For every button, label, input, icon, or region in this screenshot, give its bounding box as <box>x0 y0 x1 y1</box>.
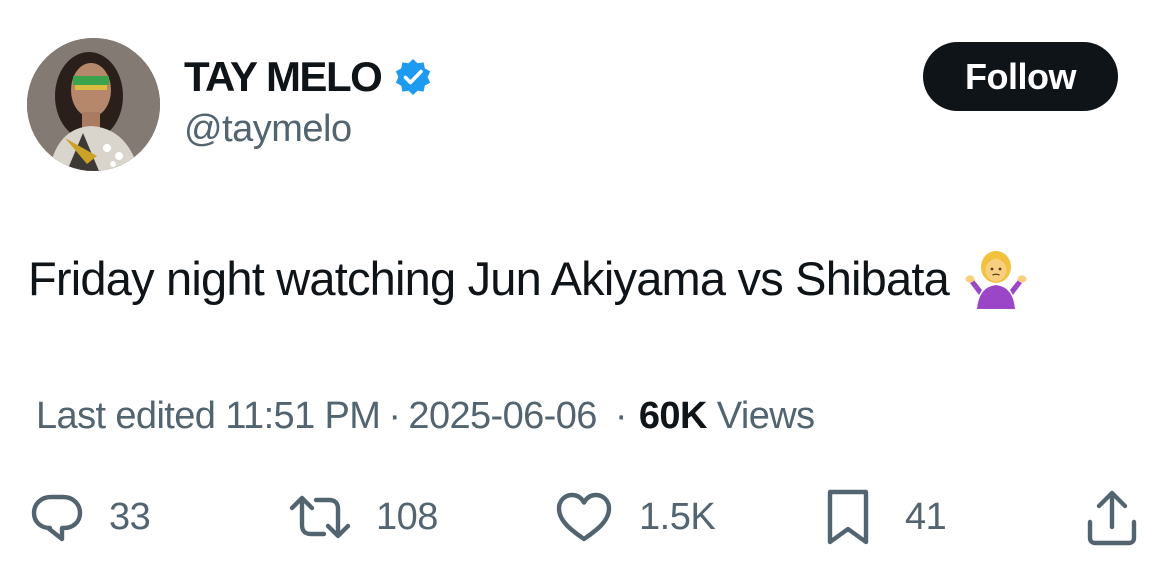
tweet-meta: Last edited 11:51 PM · 2025-06-06 · 60K … <box>36 390 815 442</box>
bookmark-icon <box>823 486 873 548</box>
avatar[interactable] <box>27 38 160 171</box>
bookmark-count: 41 <box>905 495 947 538</box>
like-count: 1.5K <box>639 495 716 538</box>
like-button[interactable]: 1.5K <box>553 484 716 550</box>
reply-count: 33 <box>109 495 151 538</box>
heart-icon <box>553 487 615 547</box>
verified-badge-icon[interactable] <box>393 57 433 97</box>
share-icon <box>1082 486 1142 548</box>
views-count[interactable]: 60K <box>639 395 708 438</box>
repost-button[interactable]: 108 <box>286 484 438 550</box>
author-name-row: TAY MELO <box>184 50 433 104</box>
meta-separator: · <box>388 394 401 437</box>
meta-separator: · <box>614 394 628 437</box>
repost-icon <box>286 487 354 547</box>
repost-count: 108 <box>376 495 438 538</box>
tweet-date[interactable]: 2025-06-06 <box>408 395 597 438</box>
tweet-body: Friday night watching Jun Akiyama vs Shi… <box>28 251 950 305</box>
edited-label[interactable]: Last edited <box>36 395 216 438</box>
person-shrugging-emoji-icon <box>963 245 1029 311</box>
bookmark-button[interactable]: 41 <box>823 484 947 550</box>
display-name[interactable]: TAY MELO <box>184 53 383 101</box>
follow-button[interactable]: Follow <box>923 42 1118 111</box>
share-button[interactable] <box>1082 484 1142 550</box>
reply-button[interactable]: 33 <box>27 484 151 550</box>
author-handle[interactable]: @taymelo <box>184 108 352 151</box>
tweet-text: Friday night watching Jun Akiyama vs Shi… <box>28 245 1029 311</box>
views-label[interactable]: Views <box>717 395 815 438</box>
reply-icon <box>27 487 87 547</box>
action-bar: 33 108 1.5K 41 <box>0 484 1170 550</box>
tweet-time[interactable]: 11:51 PM <box>225 395 381 438</box>
